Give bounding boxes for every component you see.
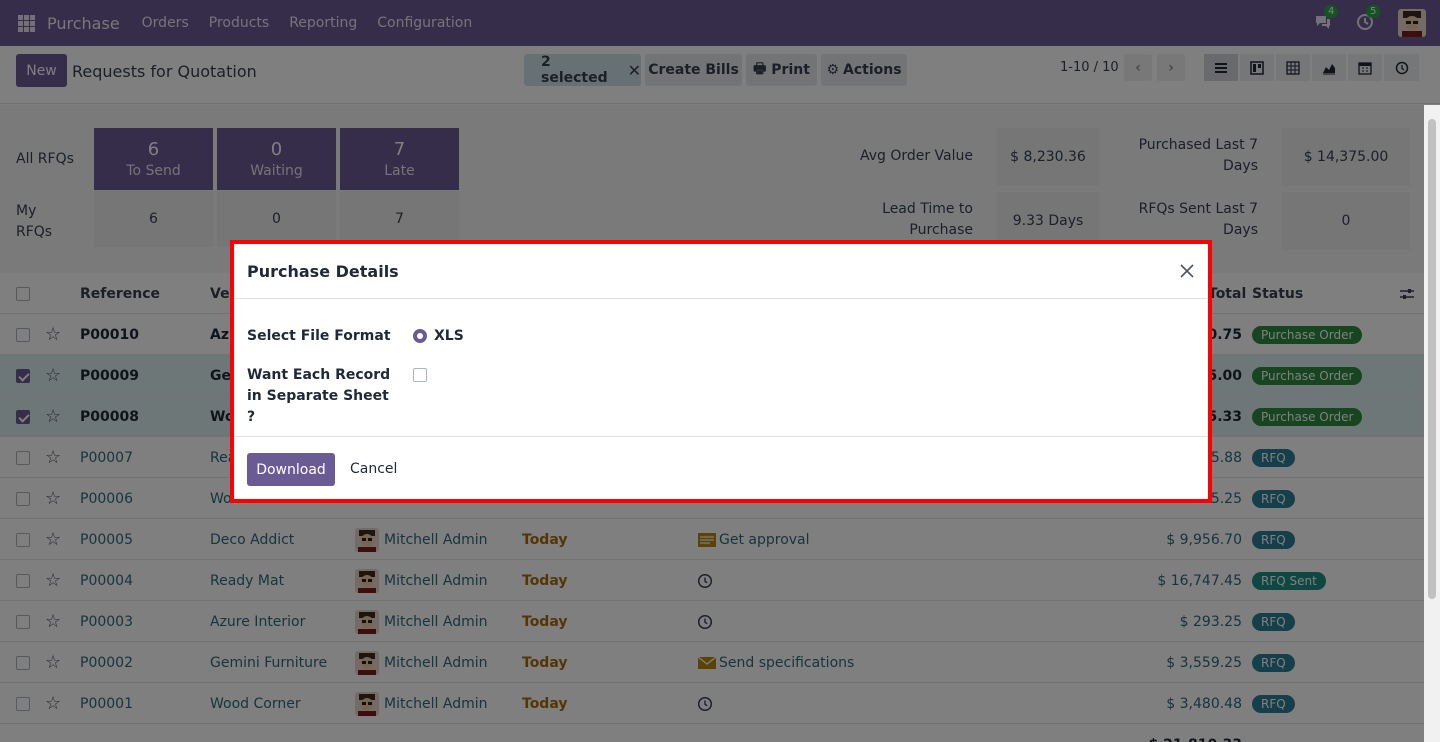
file-format-label: Select File Format: [247, 328, 391, 344]
xls-radio-label[interactable]: XLS: [434, 328, 464, 344]
download-button[interactable]: Download: [247, 453, 335, 486]
dialog-footer: Download Cancel: [234, 436, 1208, 499]
dialog-title: Purchase Details: [247, 262, 399, 281]
page-scrollbar[interactable]: [1424, 105, 1440, 742]
purchase-details-dialog: Purchase Details Select File Format XLS …: [230, 240, 1212, 503]
separate-sheet-label: Want Each Record in Separate Sheet ?: [247, 367, 391, 425]
close-icon[interactable]: [1178, 262, 1196, 280]
scrollbar-thumb[interactable]: [1428, 119, 1436, 599]
dialog-header: Purchase Details: [234, 244, 1208, 299]
cancel-button[interactable]: Cancel: [350, 461, 397, 477]
separate-sheet-checkbox[interactable]: [413, 368, 427, 382]
xls-radio[interactable]: [413, 329, 427, 343]
